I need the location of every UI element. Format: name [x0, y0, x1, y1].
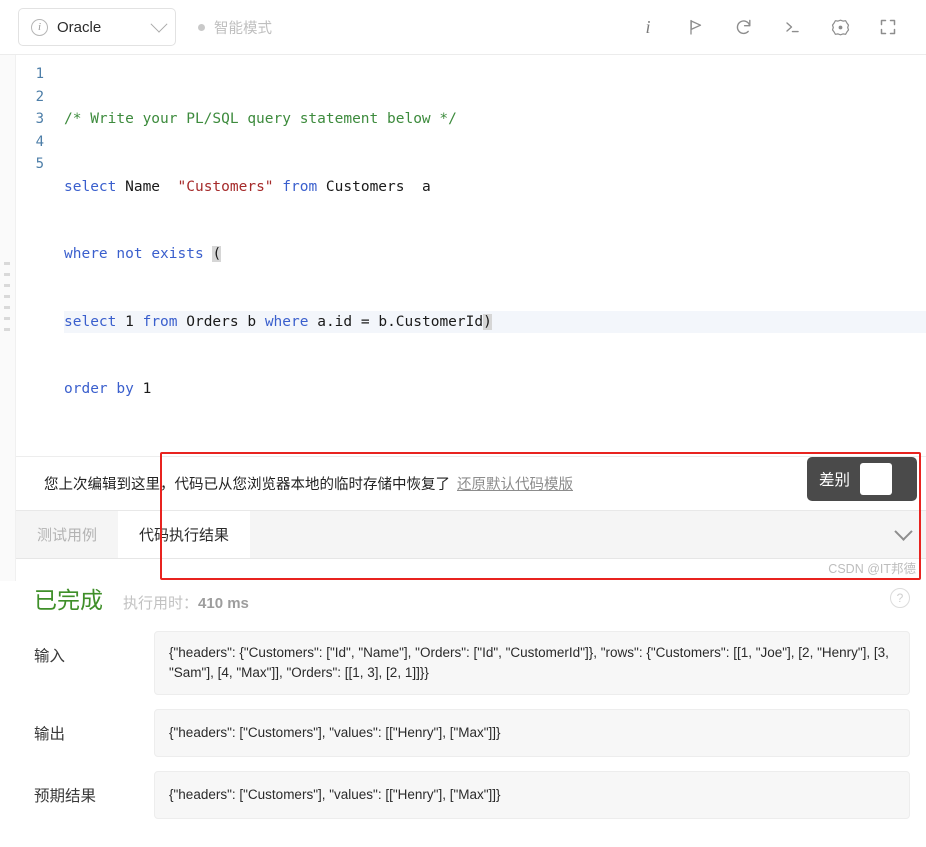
- code-line: order by 1: [64, 381, 152, 397]
- execution-result-panel: 已完成 执行用时：410 ms ? 输入 {"headers": {"Custo…: [0, 558, 926, 847]
- execution-time-label: 执行用时：: [123, 594, 199, 612]
- line-number: 5: [35, 156, 44, 172]
- tab-label: 测试用例: [37, 526, 98, 544]
- input-row: 输入 {"headers": {"Customers": ["Id", "Nam…: [34, 630, 910, 695]
- status-dot-icon: [198, 23, 205, 31]
- restore-default-template-link[interactable]: 还原默认代码模版: [457, 473, 573, 494]
- expected-value: {"headers": ["Customers"], "values": [["…: [154, 770, 910, 819]
- input-value: {"headers": {"Customers": ["Id", "Name"]…: [154, 630, 910, 695]
- chevron-down-icon: [893, 521, 913, 541]
- status-row: 已完成 执行用时：410 ms ?: [34, 581, 910, 615]
- code-line: /* Write your PL/SQL query statement bel…: [64, 108, 926, 131]
- run-flag-icon: [690, 19, 702, 35]
- chevron-down-icon: [150, 15, 168, 33]
- info-circle-icon: i: [31, 18, 48, 36]
- tab-label: 代码执行结果: [139, 526, 230, 544]
- code-line: select 1 from Orders b where a.id = b.Cu…: [64, 310, 926, 333]
- line-number: 1: [35, 66, 44, 82]
- execution-time: 执行用时：410 ms: [123, 592, 249, 613]
- editor-code-area[interactable]: /* Write your PL/SQL query statement bel…: [50, 63, 926, 446]
- line-number: 4: [35, 133, 44, 150]
- smart-mode-label: 智能模式: [214, 20, 272, 37]
- execution-time-value: 410 ms: [198, 594, 249, 612]
- result-tabs-bar: 测试用例 代码执行结果: [0, 510, 926, 559]
- output-label: 输出: [34, 725, 66, 743]
- info-button[interactable]: i: [624, 7, 672, 47]
- console-icon: [786, 22, 799, 33]
- line-number: 2: [35, 88, 44, 105]
- output-row: 输出 {"headers": ["Customers"], "values": …: [34, 708, 910, 757]
- tab-test-cases[interactable]: 测试用例: [16, 510, 119, 558]
- reset-button[interactable]: [720, 7, 768, 47]
- code-token-comment: /* Write your PL/SQL query statement bel…: [64, 111, 457, 127]
- code-line: select Name "Customers" from Customers a: [64, 178, 431, 195]
- top-toolbar: i Oracle 智能模式 i: [0, 0, 926, 55]
- tab-execution-result[interactable]: 代码执行结果: [118, 510, 251, 558]
- watermark: CSDN @IT邦德: [828, 562, 916, 576]
- smart-mode-indicator[interactable]: 智能模式: [198, 17, 272, 38]
- code-line: where not exists (: [64, 246, 222, 262]
- question-mark-icon[interactable]: ?: [890, 587, 910, 608]
- fullscreen-icon: [880, 19, 896, 35]
- info-icon: i: [645, 16, 651, 37]
- input-label: 输入: [34, 647, 66, 665]
- toolbar-actions: i: [624, 7, 912, 47]
- expected-row: 预期结果 {"headers": ["Customers"], "values"…: [34, 770, 910, 819]
- status-badge: 已完成: [34, 586, 103, 613]
- restore-notice-bar: 您上次编辑到这里，代码已从您浏览器本地的临时存储中恢复了 还原默认代码模版 ✕: [0, 456, 926, 511]
- editor-line-numbers: 1 2 3 4 5: [16, 63, 50, 446]
- settings-button[interactable]: [816, 7, 864, 47]
- reset-undo-icon: [736, 19, 751, 35]
- panel-drag-handle[interactable]: [4, 262, 10, 332]
- line-number: 3: [35, 111, 44, 127]
- console-button[interactable]: [768, 7, 816, 47]
- database-select-label: Oracle: [57, 18, 102, 36]
- restore-notice-text: 您上次编辑到这里，代码已从您浏览器本地的临时存储中恢复了: [44, 476, 450, 493]
- code-editor[interactable]: 1 2 3 4 5 /* Write your PL/SQL query sta…: [0, 55, 926, 457]
- collapse-panel-button[interactable]: [880, 511, 926, 558]
- code-editor-panel: 1 2 3 4 5 /* Write your PL/SQL query sta…: [0, 55, 926, 457]
- diff-label: 差别: [819, 472, 851, 489]
- diff-toggle[interactable]: [860, 463, 893, 495]
- fullscreen-button[interactable]: [864, 7, 912, 47]
- settings-gear-icon: [831, 19, 849, 35]
- expected-label: 预期结果: [34, 787, 97, 805]
- database-select[interactable]: i Oracle: [18, 8, 176, 46]
- run-button[interactable]: [672, 7, 720, 47]
- diff-tooltip[interactable]: 差别: [807, 457, 917, 501]
- output-value: {"headers": ["Customers"], "values": [["…: [154, 708, 910, 757]
